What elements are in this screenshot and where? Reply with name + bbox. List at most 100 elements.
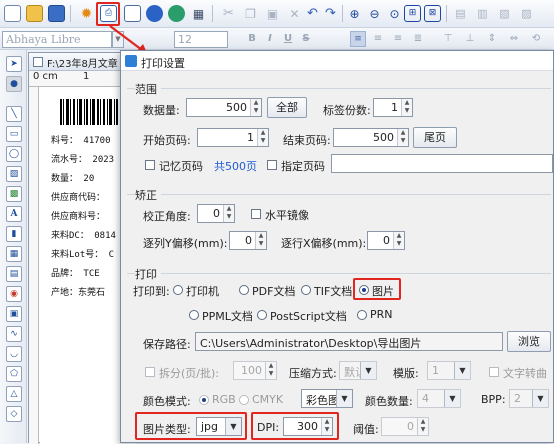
radio-pdf[interactable] <box>239 285 249 295</box>
text-convert-checkbox[interactable] <box>489 367 499 377</box>
radio-cmyk[interactable] <box>239 395 249 405</box>
radio-prn[interactable] <box>357 310 367 320</box>
radio-postscript[interactable] <box>257 310 267 320</box>
offset-x-input[interactable]: 0 ▲ ▼ <box>367 231 405 250</box>
chevron-down-icon[interactable]: ▼ <box>454 362 470 379</box>
shape-tool-icon[interactable]: ◉ <box>6 286 22 302</box>
zoom-out-icon[interactable]: ⊖ <box>366 5 383 22</box>
barcode-tool-icon[interactable]: ▮ <box>6 226 22 242</box>
polygon-tool-icon[interactable]: ⬠ <box>6 366 22 382</box>
align-grid-icon[interactable]: ▤ <box>452 5 469 22</box>
offset-x-stepper[interactable]: ▲ ▼ <box>393 232 404 249</box>
align-right-icon[interactable]: ≡ <box>390 31 406 47</box>
specify-page-checkbox[interactable] <box>267 160 277 170</box>
chevron-down-icon[interactable]: ▼ <box>360 362 376 379</box>
start-page-input[interactable]: 1 ▲ ▼ <box>197 128 269 147</box>
strike-button[interactable]: S <box>298 31 314 47</box>
ellipse-tool-icon[interactable]: ◯ <box>6 146 22 162</box>
radio-ppml[interactable] <box>189 310 199 320</box>
new-file-icon[interactable] <box>4 5 21 22</box>
align-left-icon[interactable]: ≡ <box>350 31 366 47</box>
color-count-select[interactable]: 4 ▼ <box>417 389 461 408</box>
arc-tool-icon[interactable]: ◡ <box>6 346 22 362</box>
bold-button[interactable]: B <box>244 31 260 47</box>
template-select[interactable]: 1 ▼ <box>427 361 471 380</box>
grid-icon[interactable]: ▦ <box>190 5 207 22</box>
color-image-select[interactable]: 彩色图 ▼ <box>301 389 353 408</box>
cut-icon[interactable]: ✂ <box>220 5 237 22</box>
field-tool-icon[interactable]: ▣ <box>6 306 22 322</box>
char-spacing-icon[interactable]: ⇔ <box>506 31 522 47</box>
fit-page-icon[interactable]: ⊠ <box>424 5 441 22</box>
chevron-down-icon[interactable]: ▼ <box>336 390 352 407</box>
triangle-tool-icon[interactable]: △ <box>6 386 22 402</box>
vertical-top-icon[interactable]: ⊤ <box>440 31 456 47</box>
browse-button[interactable]: 浏览 <box>507 331 551 352</box>
rotate-text-icon[interactable]: ⟲ <box>528 31 544 47</box>
settings-gear-icon[interactable]: ✹ <box>78 5 95 22</box>
split-checkbox[interactable] <box>145 367 155 377</box>
bpp-select[interactable]: 2 ▼ <box>509 389 549 408</box>
zoom-in-icon[interactable]: ⊕ <box>346 5 363 22</box>
save-path-input[interactable]: C:\Users\Administrator\Desktop\导出图片 <box>195 332 503 351</box>
font-size-select[interactable]: 12 <box>174 31 228 48</box>
italic-button[interactable]: I <box>262 31 278 47</box>
delete-icon[interactable]: ✕ <box>286 5 303 22</box>
rectangle-tool-icon[interactable]: ▭ <box>6 126 22 142</box>
picture-tool-icon[interactable]: ▩ <box>6 186 22 202</box>
group-icon[interactable]: ▧ <box>496 5 513 22</box>
diamond-tool-icon[interactable]: ◇ <box>6 406 22 422</box>
pointer-tool-icon[interactable]: ➤ <box>6 56 22 72</box>
print-preview-icon[interactable] <box>124 5 141 22</box>
end-page-stepper[interactable]: ▲ ▼ <box>397 129 408 146</box>
radio-printer[interactable] <box>173 285 183 295</box>
copy-icon[interactable]: ❐ <box>242 5 259 22</box>
save-icon[interactable] <box>48 5 65 22</box>
angle-input[interactable]: 0 ▲ ▼ <box>197 204 235 223</box>
image-tool-icon[interactable]: ▨ <box>6 166 22 182</box>
quantity-stepper[interactable]: ▲ ▼ <box>250 99 261 116</box>
open-folder-icon[interactable] <box>26 5 43 22</box>
chevron-down-icon[interactable]: ▼ <box>444 390 460 407</box>
offset-y-input[interactable]: 0 ▲ ▼ <box>229 231 267 250</box>
align-center-icon[interactable]: ▥ <box>474 5 491 22</box>
undo-icon[interactable]: ↶ <box>304 5 321 22</box>
curve-tool-icon[interactable]: ∿ <box>6 326 22 342</box>
specify-page-input[interactable] <box>331 154 553 173</box>
chevron-down-icon[interactable]: ▼ <box>532 390 548 407</box>
redo-icon[interactable]: ↷ <box>322 5 339 22</box>
underline-button[interactable]: U <box>280 31 296 47</box>
qrcode-tool-icon[interactable]: ▦ <box>6 246 22 262</box>
remember-page-checkbox[interactable] <box>145 160 155 170</box>
threshold-stepper[interactable]: ▲ ▼ <box>417 418 428 435</box>
align-center-text-icon[interactable]: ≡ <box>370 31 386 47</box>
quantity-input[interactable]: 500 ▲ ▼ <box>186 98 262 117</box>
angle-stepper[interactable]: ▲ ▼ <box>223 205 234 222</box>
mirror-checkbox[interactable] <box>251 209 261 219</box>
split-stepper[interactable]: ▲ ▼ <box>265 362 276 379</box>
justify-icon[interactable]: ≣ <box>410 31 426 47</box>
all-button[interactable]: 全部 <box>267 97 307 118</box>
connect-icon[interactable] <box>168 5 185 22</box>
table-tool-icon[interactable]: ▤ <box>6 266 22 282</box>
offset-y-stepper[interactable]: ▲ ▼ <box>255 232 266 249</box>
vertical-middle-icon[interactable]: ⊥ <box>462 31 478 47</box>
end-page-input[interactable]: 500 ▲ ▼ <box>333 128 409 147</box>
ungroup-icon[interactable]: ▨ <box>518 5 535 22</box>
paste-icon[interactable]: ▣ <box>264 5 281 22</box>
radio-tif[interactable] <box>301 285 311 295</box>
radio-rgb[interactable] <box>199 395 209 405</box>
split-input[interactable]: 100 ▲ ▼ <box>233 361 277 380</box>
fit-width-icon[interactable]: ⊞ <box>404 5 421 22</box>
last-page-button[interactable]: 尾页 <box>413 127 457 148</box>
threshold-input[interactable]: 0 ▲ ▼ <box>381 417 429 436</box>
start-page-stepper[interactable]: ▲ ▼ <box>257 129 268 146</box>
copies-stepper[interactable]: ▲ ▼ <box>401 99 412 116</box>
pan-tool-icon[interactable]: ● <box>6 76 22 92</box>
database-icon[interactable] <box>146 5 163 22</box>
zoom-icon[interactable]: ⊙ <box>386 5 403 22</box>
font-name-select[interactable]: Abhaya Libre <box>2 31 112 48</box>
text-tool-icon[interactable]: A <box>6 206 22 222</box>
copies-input[interactable]: 1 ▲ ▼ <box>373 98 413 117</box>
line-tool-icon[interactable]: ╲ <box>6 106 22 122</box>
